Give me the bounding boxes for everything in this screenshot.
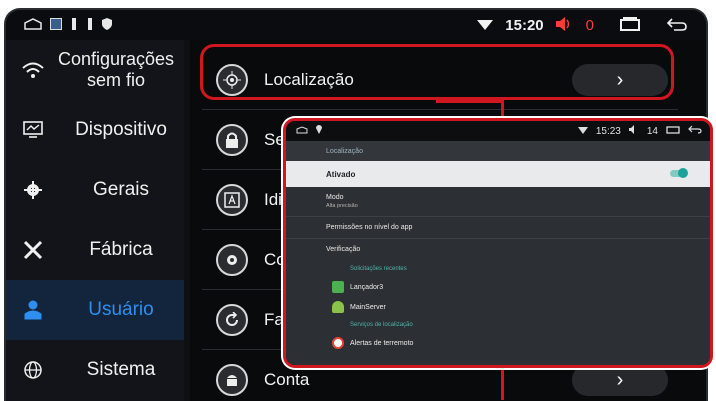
zoom-status-bar: 15:23 14 [286,121,710,141]
sidebar-item-system[interactable]: Sistema [6,340,184,400]
app-permissions-row[interactable]: Permissões no nível do app [286,217,710,239]
wifi-icon [22,59,44,81]
app-name: Lançador3 [350,283,384,291]
monitor-icon [22,119,44,141]
google-icon [332,337,344,349]
zoom-location-list: Localização Ativado Modo Alta precisão P… [286,141,710,365]
android-icon [216,364,248,396]
sidebar-item-general[interactable]: Gerais [6,160,184,220]
settings-icon [216,243,248,276]
wifi-signal-icon [477,18,494,32]
sidebar-item-wireless[interactable]: Configurações sem fio [6,40,184,100]
gear-icon [22,179,44,201]
earthquake-label: Alertas de terremoto [350,339,414,347]
row-label: Conta [264,370,310,389]
account-arrow-button[interactable]: › [572,364,668,396]
location-toggle[interactable] [670,168,688,178]
sidebar-item-device[interactable]: Dispositivo [6,100,184,160]
shield-icon [102,18,112,32]
status-bar: 15:20 0 [6,10,706,40]
recent-app-mainserver[interactable]: MainServer [286,297,710,317]
zoom-volume-level: 14 [646,125,658,137]
sidebar-item-label: Usuário [88,299,154,320]
settings-sidebar: Configurações sem fio Dispositivo Gerais… [6,40,184,401]
launcher-icon [332,281,344,293]
location-services-header: Serviços de localização [350,322,413,328]
sidebar-item-user[interactable]: Usuário [6,280,184,340]
callout-line [501,368,504,400]
callout-line [501,100,504,120]
user-icon [22,299,44,321]
mode-value: Alta precisão [326,203,358,209]
image-icon [50,18,62,32]
chevron-right-icon: › [616,368,624,391]
recent-apps-icon[interactable] [620,17,640,33]
recent-requests-header: Solicitações recentes [350,266,407,272]
volume-icon [628,125,639,137]
location-highlight-frame [200,44,674,100]
usb-icon [70,18,78,32]
location-enabled-row[interactable]: Ativado [286,161,710,187]
volume-level: 0 [585,16,594,34]
mode-row[interactable]: Modo Alta precisão [286,187,710,217]
location-pin-icon [316,125,322,137]
app-permissions-label: Permissões no nível do app [326,224,413,231]
lock-icon [216,123,248,156]
verification-row[interactable]: Verificação [286,239,710,261]
sidebar-item-label: Configurações sem fio [57,49,175,90]
home-icon[interactable] [24,18,42,32]
sidebar-item-label: Dispositivo [75,119,167,140]
sidebar-item-label: Fábrica [89,239,153,260]
wifi-signal-icon [577,126,588,137]
verification-label: Verificação [326,246,361,253]
status-time: 15:20 [505,16,544,34]
callout-line [436,100,504,103]
language-icon [216,183,248,216]
globe-icon [22,359,44,381]
home-icon [296,125,308,137]
mode-title: Modo [326,194,344,201]
usb-icon [86,18,94,32]
back-icon [688,125,702,137]
recent-apps-icon [666,125,680,137]
sidebar-item-label: Gerais [93,179,149,200]
tools-icon [22,239,44,261]
zoom-status-time: 15:23 [595,125,621,137]
location-settings-zoom: 15:23 14 Localização Ativado Modo Alta p… [283,118,713,368]
android-icon [332,301,344,313]
app-name: MainServer [350,303,386,311]
row-label: Idi [264,189,282,209]
earthquake-alerts-row[interactable]: Alertas de terremoto [286,333,710,353]
backup-icon [216,303,248,336]
zoom-page-title: Localização [286,141,710,161]
location-enabled-label: Ativado [326,169,356,179]
volume-icon[interactable] [555,17,574,33]
sidebar-item-label: Sistema [86,359,156,380]
recent-app-launcher[interactable]: Lançador3 [286,277,710,297]
sidebar-item-factory[interactable]: Fábrica [6,220,184,280]
back-icon[interactable] [666,17,688,33]
